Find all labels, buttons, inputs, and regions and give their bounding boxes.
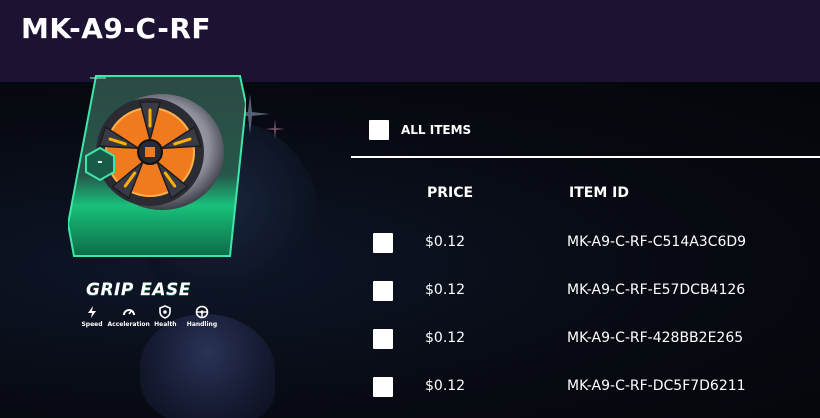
stat-acceleration: Acceleration <box>107 305 150 331</box>
row-item-id: MK-A9-C-RF-E57DCB4126 <box>567 282 746 298</box>
row-item-id: MK-A9-C-RF-C514A3C6D9 <box>567 234 747 250</box>
row-checkbox[interactable] <box>373 377 393 397</box>
stat-health: Health <box>147 305 183 331</box>
row-price: $0.12 <box>425 234 466 250</box>
select-all-label: ALL ITEMS <box>401 123 472 137</box>
stat-handling: Handling <box>184 305 220 331</box>
row-checkbox[interactable] <box>373 233 393 253</box>
page-title: MK-A9-C-RF <box>21 12 212 45</box>
stat-label: Health <box>154 321 177 328</box>
row-price: $0.12 <box>425 378 466 394</box>
stat-speed: Speed <box>74 305 110 331</box>
speedometer-icon <box>122 309 135 316</box>
table-row: $0.12 MK-A9-C-RF-DC5F7D6211 <box>0 377 820 397</box>
select-all-row: ALL ITEMS <box>369 120 471 140</box>
stat-label: Acceleration <box>107 321 150 328</box>
sparkle-icon <box>265 119 285 139</box>
price-column-header: PRICE <box>427 185 474 201</box>
row-item-id: MK-A9-C-RF-DC5F7D6211 <box>567 378 746 394</box>
stat-label: Handling <box>186 321 218 328</box>
table-divider <box>351 156 820 158</box>
table-row: $0.12 MK-A9-C-RF-428BB2E265 <box>0 329 820 349</box>
table-row: $0.12 MK-A9-C-RF-C514A3C6D9 <box>0 233 820 253</box>
row-checkbox[interactable] <box>373 329 393 349</box>
row-price: $0.12 <box>425 282 466 298</box>
stat-list: Speed Acceleration Health Handling <box>74 305 220 331</box>
select-all-checkbox[interactable] <box>369 120 389 140</box>
item-id-column-header: ITEM ID <box>569 185 629 201</box>
lightning-icon <box>88 306 96 318</box>
stat-label: Speed <box>81 321 103 328</box>
table-row: $0.12 MK-A9-C-RF-E57DCB4126 <box>0 281 820 301</box>
steering-wheel-icon <box>195 305 209 319</box>
rarity-badge-label: - <box>97 155 103 170</box>
shield-icon <box>159 305 172 319</box>
row-checkbox[interactable] <box>373 281 393 301</box>
row-price: $0.12 <box>425 330 466 346</box>
row-item-id: MK-A9-C-RF-428BB2E265 <box>567 330 744 346</box>
